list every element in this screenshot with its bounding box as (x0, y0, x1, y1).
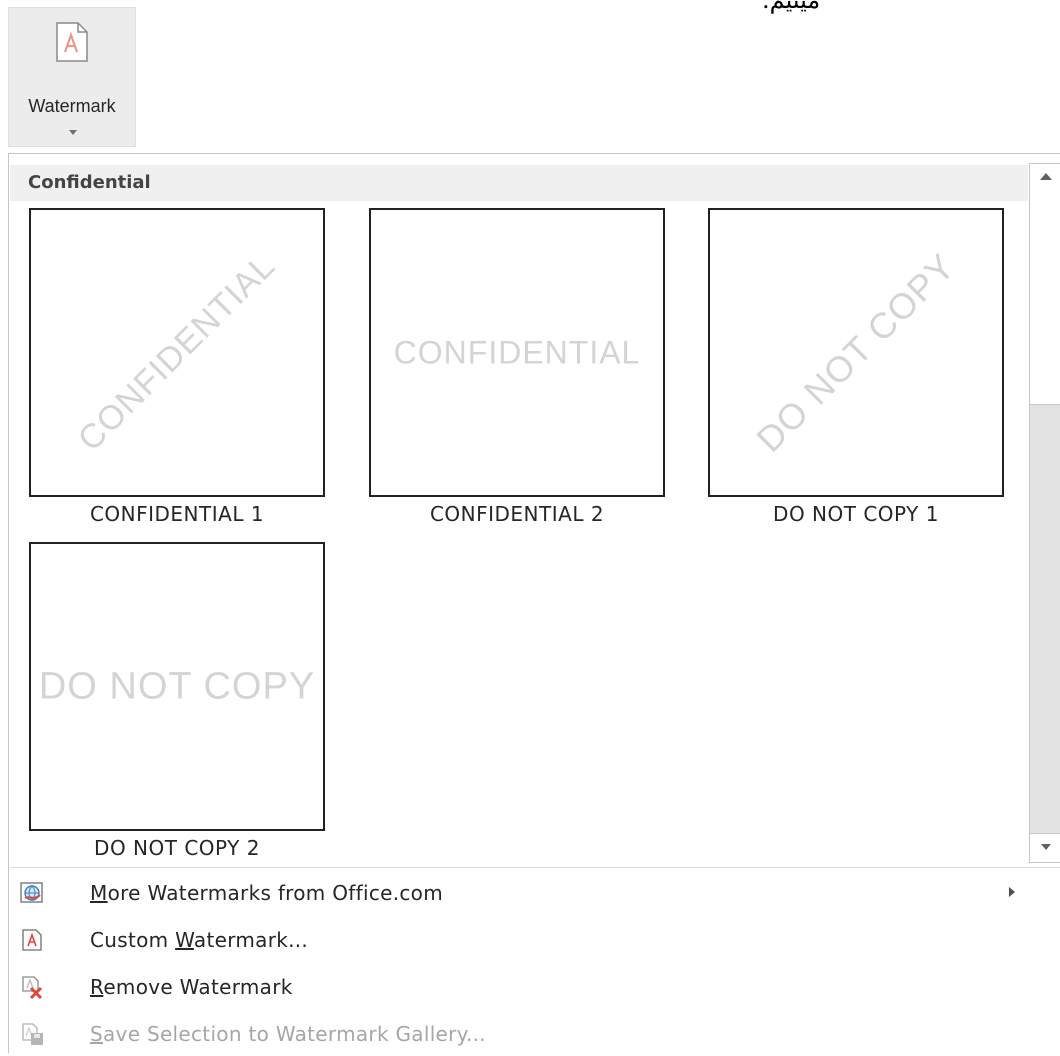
scroll-up-button[interactable] (1030, 164, 1060, 193)
watermark-preview-text: CONFIDENTIAL (393, 334, 641, 370)
watermark-preview-text: DO NOT COPY (38, 665, 316, 707)
scroll-down-button[interactable] (1030, 833, 1060, 862)
chevron-right-icon (1009, 887, 1015, 897)
chevron-down-icon (69, 130, 77, 135)
watermark-label: Watermark (28, 96, 116, 116)
watermark-preview-text: DO NOT COPY (748, 244, 963, 460)
thumbnail-caption: CONFIDENTIAL 1 (89, 502, 265, 526)
menu-item-label: Custom Watermark... (90, 928, 309, 952)
watermark-doc-icon (22, 929, 42, 951)
watermark-thumbnail-do-not-copy-1[interactable]: DO NOT COPY (708, 208, 1004, 497)
watermark-preview-text: CONFIDENTIAL (70, 246, 283, 458)
remove-icon (22, 976, 43, 999)
menu-item-label: Remove Watermark (90, 975, 293, 999)
menu-item-label: Save Selection to Watermark Gallery... (90, 1022, 486, 1046)
remove-watermark-menu-item[interactable]: Remove Watermark (10, 965, 1060, 1009)
watermark-thumbnail-confidential-1[interactable]: CONFIDENTIAL (29, 208, 325, 497)
menu-divider (10, 867, 1060, 868)
document-text-fragment: ميتيم. (762, 0, 821, 14)
menu-item-label: More Watermarks from Office.com (90, 881, 443, 905)
watermark-doc-icon (56, 22, 88, 62)
thumbnail-caption: CONFIDENTIAL 2 (429, 502, 605, 526)
watermark-ribbon-button[interactable]: Watermark (8, 7, 136, 147)
thumbnail-caption: DO NOT COPY 1 (773, 502, 939, 526)
watermark-gallery-panel: Confidential CONFIDENTIAL CONFIDENTIAL 1… (8, 153, 1060, 1053)
watermark-thumbnail-do-not-copy-2[interactable]: DO NOT COPY (29, 542, 325, 831)
gallery-scrollbar[interactable] (1029, 163, 1060, 863)
thumbnail-caption: DO NOT COPY 2 (94, 836, 260, 860)
scrollbar-thumb[interactable] (1030, 192, 1060, 405)
custom-watermark-menu-item[interactable]: Custom Watermark... (10, 918, 1060, 962)
arrow-up-icon (1040, 173, 1052, 180)
arrow-down-icon (1041, 844, 1051, 850)
globe-icon (20, 882, 43, 903)
save-gallery-icon (22, 1023, 43, 1045)
watermark-thumbnail-confidential-2[interactable]: CONFIDENTIAL (369, 208, 665, 497)
save-selection-menu-item: Save Selection to Watermark Gallery... (10, 1012, 1060, 1056)
more-watermarks-menu-item[interactable]: More Watermarks from Office.com (10, 871, 1060, 915)
gallery-section-header: Confidential (10, 165, 1028, 201)
